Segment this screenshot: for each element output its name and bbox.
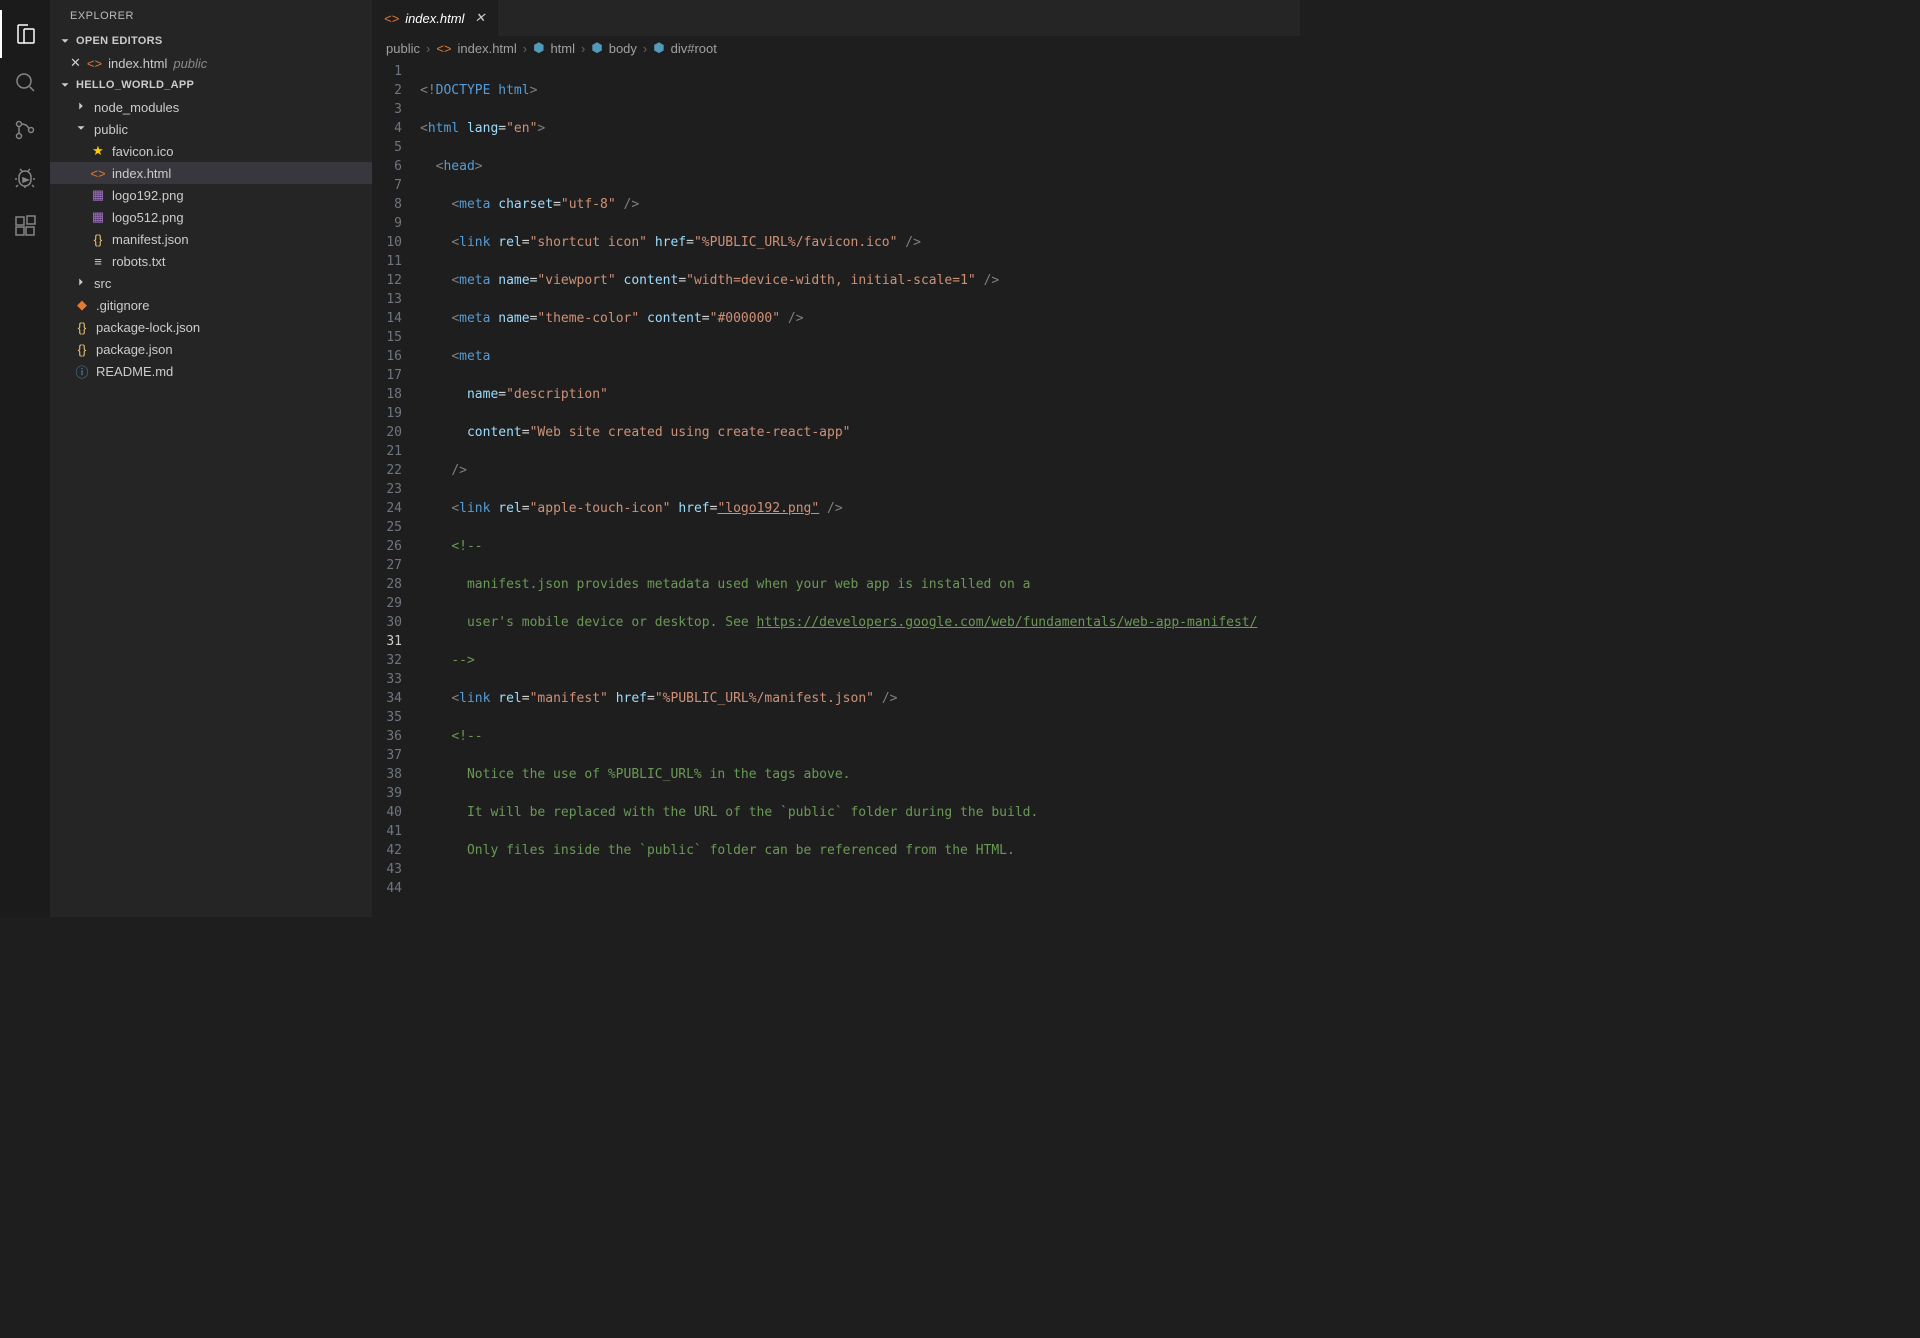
element-icon: ⬢ xyxy=(653,40,664,56)
breadcrumb-item[interactable]: body xyxy=(609,41,637,56)
tree-file-logo192[interactable]: ▦ logo192.png xyxy=(50,184,372,206)
element-icon: ⬢ xyxy=(533,40,544,56)
tree-folder-node-modules[interactable]: node_modules xyxy=(50,96,372,118)
breadcrumb-item[interactable]: index.html xyxy=(458,41,517,56)
tree-file-gitignore[interactable]: ◆ .gitignore xyxy=(50,294,372,316)
sidebar-title: EXPLORER xyxy=(50,0,372,30)
html-file-icon: <> xyxy=(87,56,102,71)
activity-extensions[interactable] xyxy=(0,202,50,250)
open-editor-item[interactable]: ✕ <> index.html public xyxy=(50,52,372,74)
tree-file-readme[interactable]: ⓘ README.md xyxy=(50,360,372,382)
chevron-right-icon: › xyxy=(523,41,527,56)
json-file-icon: {} xyxy=(90,231,106,247)
close-icon[interactable]: ✕ xyxy=(70,55,81,71)
breadcrumb-item[interactable]: html xyxy=(550,41,575,56)
tree-file-package-json[interactable]: {} package.json xyxy=(50,338,372,360)
html-file-icon: <> xyxy=(384,11,399,26)
html-file-icon: <> xyxy=(90,165,106,181)
html-file-icon: <> xyxy=(436,41,451,56)
tree-file-favicon[interactable]: ★ favicon.ico xyxy=(50,140,372,162)
explorer-sidebar: EXPLORER OPEN EDITORS ✕ <> index.html pu… xyxy=(50,0,372,917)
chevron-right-icon xyxy=(74,99,88,116)
workspace-section[interactable]: HELLO_WORLD_APP xyxy=(50,74,372,96)
chevron-down-icon xyxy=(58,78,74,92)
tab-bar: <> index.html ✕ xyxy=(372,0,1300,36)
tree-file-logo512[interactable]: ▦ logo512.png xyxy=(50,206,372,228)
open-editors-section[interactable]: OPEN EDITORS xyxy=(50,30,372,52)
text-file-icon: ≡ xyxy=(90,253,106,269)
json-file-icon: {} xyxy=(74,319,90,335)
git-file-icon: ◆ xyxy=(74,297,90,313)
chevron-down-icon xyxy=(58,34,74,48)
activity-source-control[interactable] xyxy=(0,106,50,154)
tree-folder-public[interactable]: public xyxy=(50,118,372,140)
tab-index-html[interactable]: <> index.html ✕ xyxy=(372,0,498,36)
breadcrumb-item[interactable]: public xyxy=(386,41,420,56)
tree-file-robots[interactable]: ≡ robots.txt xyxy=(50,250,372,272)
code-editor[interactable]: 1234567891011121314151617181920212223242… xyxy=(372,62,1300,917)
element-icon: ⬢ xyxy=(591,40,602,56)
line-number-gutter: 1234567891011121314151617181920212223242… xyxy=(372,62,420,917)
tree-file-index-html[interactable]: <> index.html xyxy=(50,162,372,184)
chevron-right-icon: › xyxy=(643,41,647,56)
tree-file-package-lock[interactable]: {} package-lock.json xyxy=(50,316,372,338)
breadcrumbs[interactable]: public › <> index.html › ⬢ html › ⬢ body… xyxy=(372,36,1300,62)
activity-search[interactable] xyxy=(0,58,50,106)
image-file-icon: ▦ xyxy=(90,187,106,203)
favicon-icon: ★ xyxy=(90,143,106,159)
chevron-right-icon: › xyxy=(581,41,585,56)
activity-bar xyxy=(0,0,50,917)
code-content[interactable]: <!DOCTYPE html> <html lang="en"> <head> … xyxy=(420,62,1300,917)
activity-explorer[interactable] xyxy=(0,10,50,58)
editor-area: <> index.html ✕ public › <> index.html ›… xyxy=(372,0,1300,917)
chevron-right-icon xyxy=(74,275,88,292)
activity-debug[interactable] xyxy=(0,154,50,202)
tree-file-manifest[interactable]: {} manifest.json xyxy=(50,228,372,250)
chevron-right-icon: › xyxy=(426,41,430,56)
json-file-icon: {} xyxy=(74,341,90,357)
breadcrumb-item[interactable]: div#root xyxy=(671,41,717,56)
image-file-icon: ▦ xyxy=(90,209,106,225)
info-file-icon: ⓘ xyxy=(74,363,90,379)
close-icon[interactable]: ✕ xyxy=(474,10,485,26)
chevron-down-icon xyxy=(74,121,88,138)
tree-folder-src[interactable]: src xyxy=(50,272,372,294)
